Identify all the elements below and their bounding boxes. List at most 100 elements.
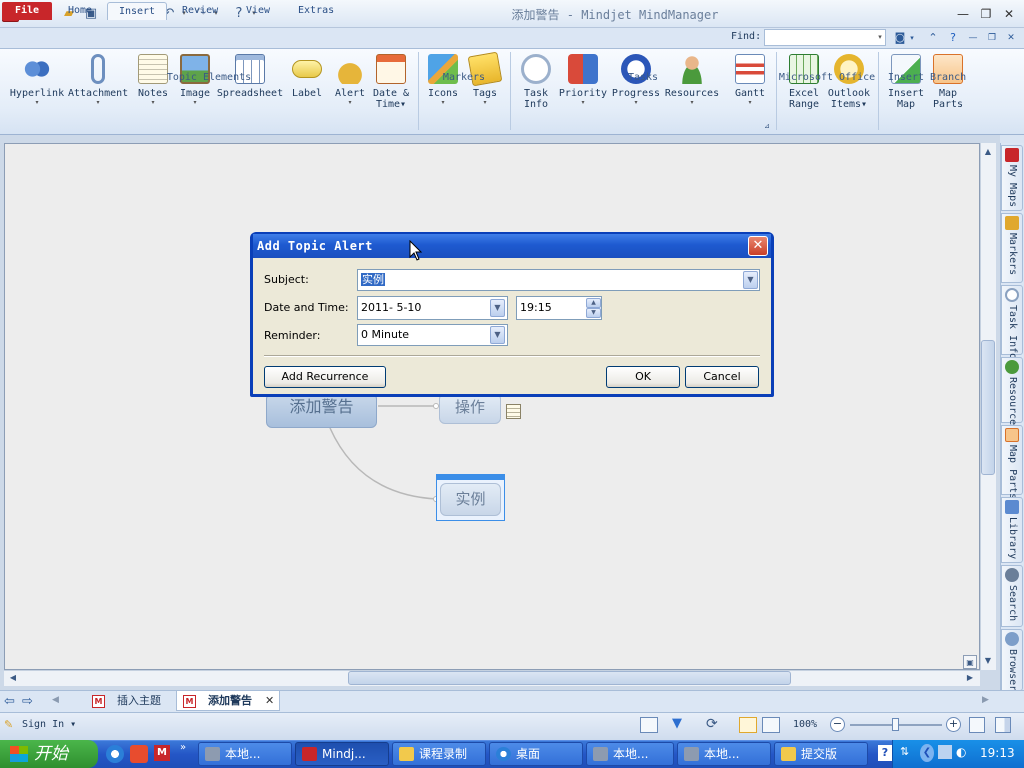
- folder-icon: [399, 747, 414, 761]
- doc-tab-insert-topic[interactable]: M 插入主题: [86, 691, 170, 711]
- tray-network-icon[interactable]: ⇅: [900, 745, 909, 758]
- zoom-in-icon[interactable]: +: [946, 717, 961, 732]
- side-tab-library[interactable]: Library: [1001, 497, 1023, 563]
- outline-view-icon[interactable]: [762, 717, 780, 733]
- mouse-cursor-icon: [409, 240, 423, 261]
- drive-icon: [205, 747, 220, 761]
- mindmanager-task-icon: [302, 747, 317, 761]
- scroll-up-icon[interactable]: ▲: [981, 145, 995, 159]
- folder-icon: [781, 747, 796, 761]
- date-time-label: Date and Time:: [264, 301, 349, 314]
- mindmanager-quicklaunch-icon[interactable]: M: [154, 745, 170, 761]
- taskbar-item-label: 提交版: [801, 747, 838, 761]
- dialog-title: Add Topic Alert: [257, 239, 373, 253]
- horizontal-scroll-thumb[interactable]: [348, 671, 791, 685]
- taskbar-item-local-3[interactable]: 本地...: [677, 742, 771, 766]
- filter-icon[interactable]: ▼: [672, 716, 682, 731]
- side-tab-resources[interactable]: Resources: [1001, 357, 1023, 431]
- taskbar-item-local-1[interactable]: 本地...: [198, 742, 292, 766]
- taskbar-item-course-recording[interactable]: 课程录制: [392, 742, 486, 766]
- taskbar-item-mindjet[interactable]: Mindj...: [295, 742, 389, 766]
- library-icon: [1005, 500, 1019, 514]
- tray-help-icon[interactable]: ?: [878, 745, 892, 761]
- taskbar-item-label: 桌面: [516, 747, 541, 761]
- tab-scroll-right-icon[interactable]: ▶: [982, 695, 989, 705]
- side-tab-my-maps[interactable]: My Maps: [1001, 145, 1023, 211]
- ok-button[interactable]: OK: [606, 366, 680, 388]
- sign-in-icon: ✎: [4, 718, 14, 731]
- tray-app-icon[interactable]: [938, 745, 952, 759]
- mindmanager-doc-icon: M: [92, 694, 105, 708]
- side-tab-browser[interactable]: Browser: [1001, 629, 1023, 691]
- tab-scroll-left-icon[interactable]: ◀: [52, 695, 59, 705]
- clock[interactable]: 19:13: [980, 746, 1015, 760]
- reminder-label: Reminder:: [264, 329, 321, 342]
- side-tab-markers[interactable]: Markers: [1001, 213, 1023, 283]
- taskbar-item-label: 本地...: [704, 747, 740, 761]
- reminder-select[interactable]: 0 Minute: [357, 324, 508, 346]
- topic-shili[interactable]: 实例: [440, 483, 501, 516]
- subject-value: 实例: [361, 273, 385, 286]
- subject-label: Subject:: [264, 273, 309, 286]
- date-picker[interactable]: 2011- 5-10: [357, 296, 508, 320]
- dialog-divider: [264, 355, 760, 356]
- status-bar: [0, 712, 1024, 740]
- cancel-button[interactable]: Cancel: [685, 366, 759, 388]
- date-dropdown-icon[interactable]: ▼: [490, 299, 505, 317]
- zoom-level: 100%: [793, 719, 818, 730]
- side-tab-task-info[interactable]: Task Info: [1001, 285, 1023, 359]
- ie-task-icon: [496, 747, 511, 761]
- time-up-icon[interactable]: ▲: [586, 298, 601, 308]
- mindmanager-doc-icon: M: [183, 694, 196, 708]
- browser-icon: [1005, 632, 1019, 646]
- side-tab-search[interactable]: Search: [1001, 565, 1023, 627]
- side-tab-map-parts[interactable]: Map Parts: [1001, 425, 1023, 499]
- reminder-dropdown-icon[interactable]: ▼: [490, 326, 505, 344]
- taskbar-item-label: 本地...: [225, 747, 261, 761]
- fit-map-icon[interactable]: ▣: [963, 655, 977, 669]
- central-topic[interactable]: 添加警告: [266, 393, 377, 428]
- scroll-down-icon[interactable]: ▼: [981, 654, 995, 668]
- notes-marker-icon[interactable]: [506, 404, 521, 419]
- doc-tab-label: 插入主题: [117, 694, 161, 707]
- subject-combobox[interactable]: 实例: [357, 269, 760, 291]
- search-icon: [1005, 568, 1019, 582]
- tray-expand-icon[interactable]: ❮: [920, 744, 934, 762]
- dialog-close-icon[interactable]: ✕: [748, 236, 768, 256]
- layout-icon[interactable]: [995, 717, 1011, 733]
- scroll-right-icon[interactable]: ▶: [963, 671, 977, 685]
- subject-dropdown-icon[interactable]: ▼: [743, 271, 758, 289]
- ie-icon[interactable]: [106, 745, 124, 763]
- resources-side-icon: [1005, 360, 1019, 374]
- add-recurrence-button[interactable]: Add Recurrence: [264, 366, 386, 388]
- sign-in-link[interactable]: Sign In ▾: [22, 719, 76, 730]
- taskbar-item-label: Mindj...: [322, 747, 366, 761]
- side-tab-label: Map Parts: [1007, 445, 1018, 500]
- tray-volume-icon[interactable]: ◐: [956, 745, 966, 759]
- map-overview-icon[interactable]: [640, 717, 658, 733]
- selection-handle-bar[interactable]: [436, 474, 505, 480]
- zoom-slider-thumb[interactable]: [892, 718, 899, 731]
- topic-caozuo[interactable]: 操作: [439, 393, 501, 424]
- taskbar-item-local-2[interactable]: 本地...: [586, 742, 674, 766]
- drive-icon: [684, 747, 699, 761]
- taskbar-item-submission[interactable]: 提交版: [774, 742, 868, 766]
- fit-page-icon[interactable]: [969, 717, 985, 733]
- map-parts-side-icon: [1005, 428, 1019, 442]
- zoom-out-icon[interactable]: −: [830, 717, 845, 732]
- taskbar-item-label: 本地...: [613, 747, 649, 761]
- taskbar-item-label: 课程录制: [419, 747, 468, 761]
- close-doc-tab-icon[interactable]: ✕: [265, 694, 274, 707]
- map-view-icon[interactable]: [739, 717, 757, 733]
- prev-doc-icon[interactable]: ⇦: [4, 694, 15, 709]
- scroll-left-icon[interactable]: ◀: [6, 671, 20, 685]
- balance-map-icon[interactable]: ⟳: [706, 716, 718, 732]
- taskbar-item-desktop[interactable]: 桌面: [489, 742, 583, 766]
- drive-icon: [593, 747, 608, 761]
- quicklaunch-app-icon[interactable]: [130, 745, 148, 763]
- quicklaunch-more-icon[interactable]: »: [180, 742, 186, 753]
- time-down-icon[interactable]: ▼: [586, 308, 601, 318]
- markers-icon: [1005, 216, 1019, 230]
- vertical-scroll-thumb[interactable]: [981, 340, 995, 475]
- next-doc-icon[interactable]: ⇨: [22, 694, 33, 709]
